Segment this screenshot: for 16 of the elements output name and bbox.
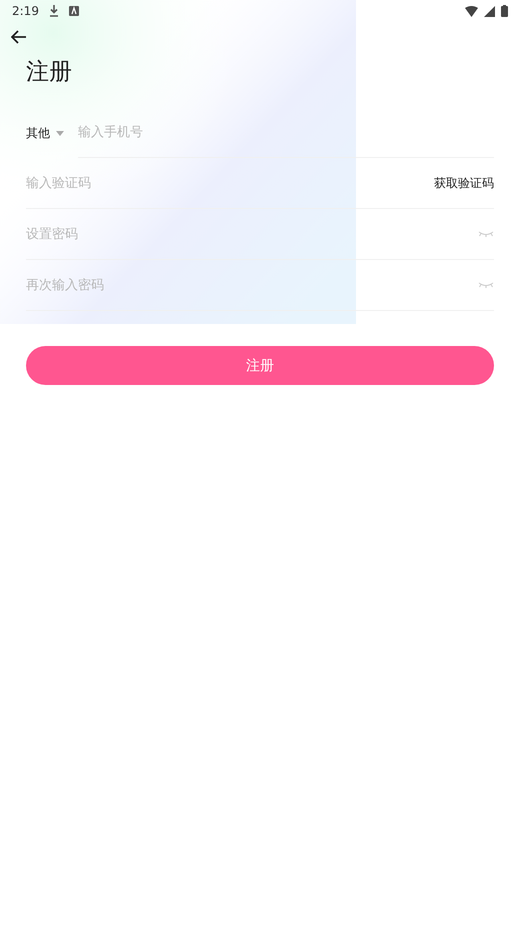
signal-icon	[484, 6, 495, 16]
caret-icon	[56, 130, 64, 136]
eye-closed-icon[interactable]	[478, 281, 494, 289]
download-icon	[48, 5, 59, 17]
wifi-icon	[465, 6, 478, 16]
get-code-button[interactable]: 获取验证码	[434, 174, 494, 192]
battery-icon	[501, 5, 508, 17]
region-dropdown[interactable]: 其他	[26, 124, 64, 142]
password-input[interactable]: 再次输入密码	[26, 260, 478, 310]
phone-input[interactable]: 输入手机号	[78, 108, 494, 158]
app-notification-icon	[68, 6, 79, 16]
eye-closed-icon[interactable]	[478, 230, 494, 238]
password-input[interactable]: 设置密码	[26, 210, 478, 258]
status-time: 2:19	[12, 4, 39, 18]
page-title: 注册	[26, 58, 73, 87]
code-input[interactable]: 输入验证码	[26, 158, 434, 208]
